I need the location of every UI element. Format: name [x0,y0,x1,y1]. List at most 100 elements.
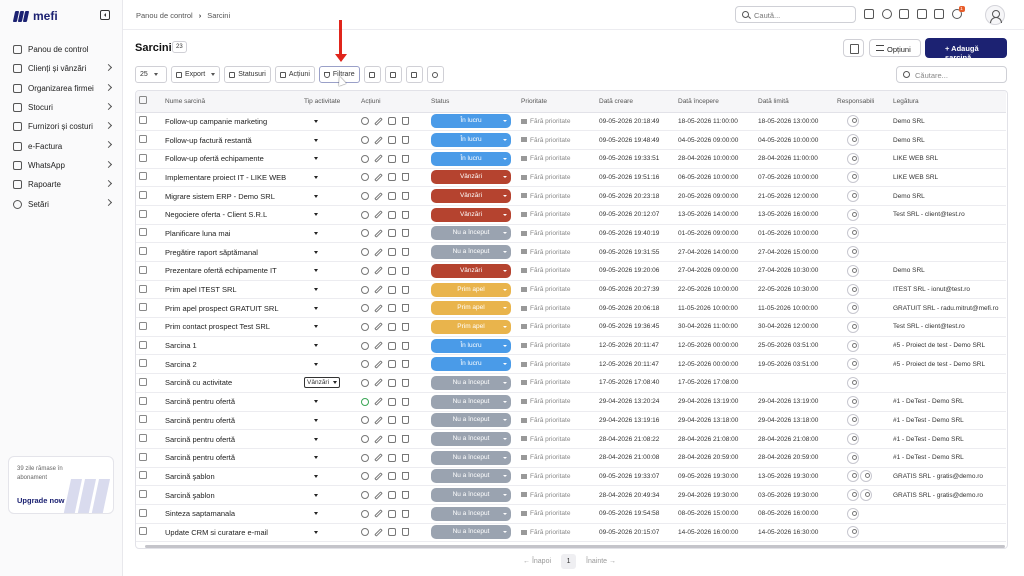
checkbox-done-icon[interactable] [388,229,396,238]
responsible-avatar-icon[interactable] [847,227,859,240]
activity-type-select[interactable] [304,249,318,256]
task-name[interactable]: Prim contact prospect Test SRL [161,317,300,337]
edit-icon[interactable] [374,322,383,332]
checkbox-done-icon[interactable] [388,397,396,406]
trash-icon[interactable] [402,136,409,145]
row-checkbox[interactable] [139,209,147,218]
col-header-status[interactable]: Status [427,91,517,113]
trash-icon[interactable] [402,285,409,294]
trash-icon[interactable] [402,229,409,238]
activity-type-select[interactable] [304,286,318,293]
task-name[interactable]: Sarcină pentru ofertă [161,392,300,412]
link-cell[interactable]: #1 - DeTest - Demo SRL [889,429,1006,449]
priority-cell[interactable]: Fără prioritate [517,485,595,505]
activity-type-select[interactable] [304,323,318,330]
priority-cell[interactable]: Fără prioritate [517,261,595,281]
task-name[interactable]: Migrare sistem ERP - Demo SRL [161,186,300,206]
table-search-input[interactable]: Căutare... [896,66,1007,83]
add-task-button[interactable]: + Adaugă sarcină [925,38,1007,62]
row-checkbox[interactable] [139,452,147,461]
task-name[interactable]: Follow-up factură restantă [161,130,300,150]
trash-icon[interactable] [402,491,409,500]
checkbox-done-icon[interactable] [388,378,396,387]
row-checkbox[interactable] [139,284,147,293]
priority-cell[interactable]: Fără prioritate [517,205,595,225]
edit-icon[interactable] [374,453,383,462]
checkbox-done-icon[interactable] [388,210,396,219]
responsible-avatar-icon[interactable] [847,320,859,333]
row-checkbox[interactable] [139,527,147,536]
link-cell[interactable]: LIKE WEB SRL [889,168,1006,188]
table-row[interactable]: Sarcină cu activitate Vânzări Nu a început… [136,373,1006,393]
collapse-sidebar-icon[interactable] [100,10,110,20]
row-checkbox[interactable] [139,191,147,200]
responsible-avatar-icon[interactable] [847,433,859,446]
row-checkbox[interactable] [139,434,147,443]
edit-icon[interactable] [374,341,383,350]
priority-cell[interactable]: Fără prioritate [517,448,595,468]
clock-icon[interactable] [361,435,369,444]
status-dropdown[interactable]: În lucru [431,114,511,129]
status-dropdown[interactable]: În lucru [431,133,511,148]
edit-icon[interactable] [374,416,383,425]
responsible-avatar-icon[interactable] [847,283,859,296]
edit-icon[interactable] [374,490,383,500]
status-dropdown[interactable]: În lucru [431,338,511,353]
prev-page-button[interactable]: ← Înapoi [523,558,551,565]
trash-icon[interactable] [402,248,409,257]
task-name[interactable]: Prim apel ITEST SRL [161,280,300,300]
trash-icon[interactable] [402,304,409,313]
row-checkbox[interactable] [139,265,147,274]
clock-icon[interactable] [361,192,369,201]
activity-type-select[interactable] [304,473,318,480]
task-name[interactable]: Pregătire raport săptămanal [161,242,300,262]
table-row[interactable]: Migrare sistem ERP - Demo SRL Vânzări Fără… [136,186,1006,206]
edit-icon[interactable] [374,303,383,313]
link-cell[interactable]: Demo SRL [889,186,1006,206]
activity-type-select[interactable] [304,436,318,443]
status-dropdown[interactable]: Nu a început [431,394,511,409]
priority-cell[interactable]: Fără prioritate [517,336,595,356]
row-checkbox[interactable] [139,377,147,386]
row-checkbox[interactable] [139,116,147,125]
table-row[interactable]: Sarcină pentru ofertă Nu a început Fără pr… [136,429,1006,449]
task-name[interactable]: Sarcină cu activitate [161,373,300,393]
checkbox-done-icon[interactable] [388,435,396,444]
edit-icon[interactable] [374,229,383,238]
task-name[interactable]: Negociere oferta - Client S.R.L [161,205,300,225]
row-checkbox[interactable] [139,396,147,405]
link-cell[interactable]: GRATIS SRL - gratis@demo.ro [889,485,1006,505]
trash-icon[interactable] [402,341,409,350]
link-cell[interactable]: #1 - DeTest - Demo SRL [889,392,1006,412]
priority-cell[interactable]: Fără prioritate [517,242,595,262]
link-cell[interactable] [889,224,1006,244]
col-header-created[interactable]: Dată creare [595,91,674,113]
link-cell[interactable]: GRATIS SRL - gratis@demo.ro [889,467,1006,487]
responsible-avatar-icon[interactable] [847,115,859,128]
layout-button[interactable] [384,66,402,83]
sidebar-item[interactable]: Rapoarte [9,175,113,194]
task-name[interactable]: Implementare proiect IT - LIKE WEB [161,168,300,188]
responsible-avatar-icon[interactable] [847,208,859,221]
clock-icon[interactable] [361,360,369,369]
timer-icon[interactable] [881,9,892,19]
trash-icon[interactable] [402,322,409,331]
row-checkbox[interactable] [139,359,147,368]
responsible-avatar-icon[interactable] [847,152,859,165]
task-name[interactable]: Sinteza saptamanala [161,504,300,524]
activity-type-select[interactable] [304,305,318,312]
priority-cell[interactable]: Fără prioritate [517,354,595,375]
task-name[interactable]: Sarcină şablon [161,467,300,487]
sidebar-item[interactable]: e-Factura [9,136,113,155]
page-size-select[interactable]: 25 [135,66,167,83]
status-dropdown[interactable]: Vânzări [431,263,511,278]
activity-type-select[interactable] [304,267,318,274]
clock-icon[interactable] [361,285,369,294]
trash-icon[interactable] [402,117,409,126]
status-dropdown[interactable]: În lucru [431,151,511,166]
link-cell[interactable]: Demo SRL [889,112,1006,132]
checkbox-done-icon[interactable] [388,360,396,369]
table-row[interactable]: Pregătire raport săptămanal Nu a început F… [136,242,1006,262]
activity-type-select[interactable] [304,342,318,349]
link-cell[interactable] [889,242,1006,262]
